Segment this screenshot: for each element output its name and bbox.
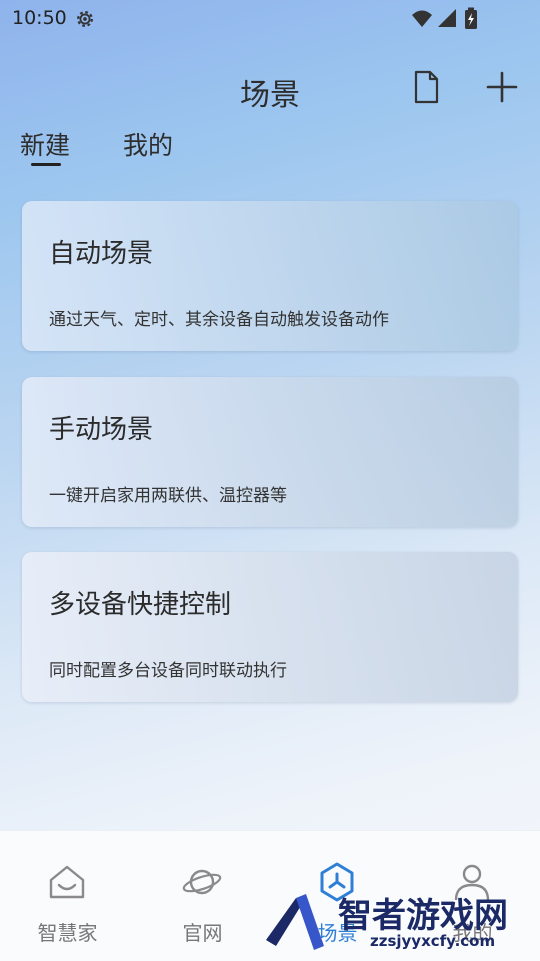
watermark-url: zzsjyyxcfy.com bbox=[370, 932, 496, 950]
card-title: 自动场景 bbox=[49, 239, 154, 269]
nav-label: 智慧家 bbox=[37, 921, 98, 945]
status-bar: 10:50 bbox=[0, 0, 540, 38]
planet-icon bbox=[182, 869, 222, 895]
battery-icon bbox=[465, 7, 477, 29]
status-time: 10:50 bbox=[12, 7, 67, 29]
auto-scene-card[interactable]: 自动场景 通过天气、定时、其余设备自动触发设备动作 bbox=[22, 201, 518, 351]
tab-mine[interactable]: 我的 bbox=[123, 126, 173, 162]
watermark-logo-icon bbox=[266, 894, 324, 950]
card-description: 一键开启家用两联供、温控器等 bbox=[49, 486, 287, 506]
card-title: 多设备快捷控制 bbox=[49, 590, 232, 620]
status-icons bbox=[412, 7, 477, 29]
nav-label: 官网 bbox=[182, 921, 223, 945]
nav-item-official-site[interactable]: 官网 bbox=[135, 831, 270, 961]
card-description: 同时配置多台设备同时联动执行 bbox=[49, 661, 287, 681]
page-title: 场景 bbox=[240, 78, 300, 113]
watermark-text: 智者游戏网 bbox=[338, 896, 508, 936]
gear-icon bbox=[77, 11, 93, 27]
multi-device-control-card[interactable]: 多设备快捷控制 同时配置多台设备同时联动执行 bbox=[22, 552, 518, 702]
home-icon bbox=[49, 865, 85, 899]
wifi-icon bbox=[412, 10, 432, 27]
header: 场景 bbox=[0, 60, 540, 116]
tab-new[interactable]: 新建 bbox=[20, 126, 70, 162]
nav-item-smart-home[interactable]: 智慧家 bbox=[0, 831, 135, 961]
active-tab-indicator bbox=[31, 163, 61, 166]
manual-scene-card[interactable]: 手动场景 一键开启家用两联供、温控器等 bbox=[22, 377, 518, 527]
document-icon[interactable] bbox=[410, 70, 442, 104]
watermark: 智者游戏网 zzsjyyxcfy.com bbox=[258, 880, 540, 960]
plus-icon[interactable] bbox=[484, 69, 520, 105]
signal-icon bbox=[438, 9, 456, 27]
card-title: 手动场景 bbox=[49, 415, 154, 445]
card-description: 通过天气、定时、其余设备自动触发设备动作 bbox=[49, 310, 389, 330]
